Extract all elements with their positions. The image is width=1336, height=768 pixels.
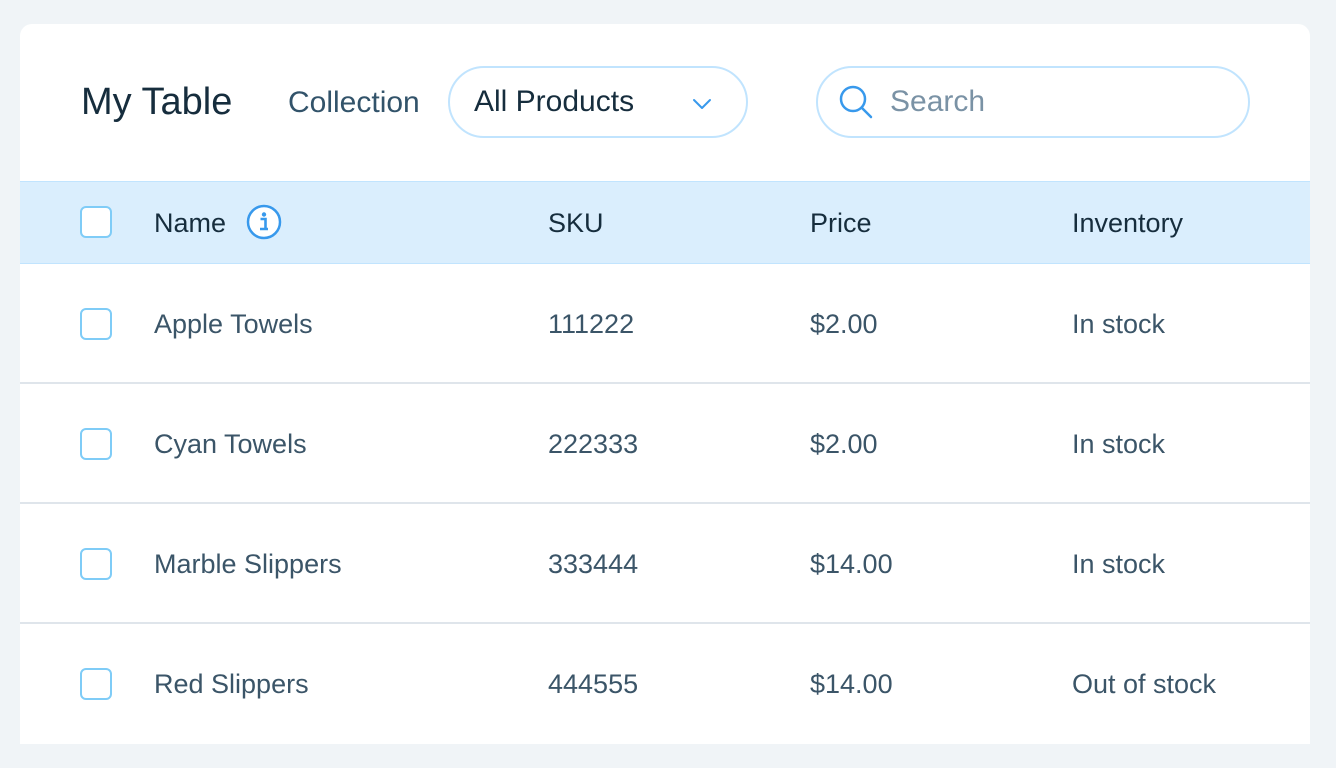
cell-inventory: Out of stock bbox=[1072, 669, 1217, 699]
search-icon bbox=[839, 85, 873, 119]
cell-name: Apple Towels bbox=[154, 309, 313, 339]
table-header: Name SKU Price Inventory bbox=[20, 181, 1310, 264]
select-all-checkbox[interactable] bbox=[80, 206, 112, 238]
collection-label: Collection bbox=[288, 86, 420, 119]
row-checkbox[interactable] bbox=[80, 548, 112, 580]
column-header-price[interactable]: Price bbox=[810, 208, 872, 238]
collection-dropdown[interactable]: All Products bbox=[448, 66, 748, 138]
column-header-sku[interactable]: SKU bbox=[548, 208, 604, 238]
cell-price: $14.00 bbox=[810, 549, 893, 579]
cell-sku: 111222 bbox=[548, 309, 635, 339]
collection-dropdown-value: All Products bbox=[474, 85, 635, 118]
cell-inventory: In stock bbox=[1072, 309, 1166, 339]
cell-name: Cyan Towels bbox=[154, 429, 307, 459]
page-title: My Table bbox=[81, 81, 233, 123]
cell-name: Red Slippers bbox=[154, 669, 309, 699]
cell-name: Marble Slippers bbox=[154, 549, 342, 579]
cell-sku: 333444 bbox=[548, 549, 639, 579]
table-row[interactable]: Marble Slippers 333444 $14.00 In stock bbox=[20, 504, 1310, 624]
row-checkbox[interactable] bbox=[80, 428, 112, 460]
row-checkbox[interactable] bbox=[80, 308, 112, 340]
info-icon[interactable] bbox=[246, 204, 282, 240]
column-header-inventory[interactable]: Inventory bbox=[1072, 208, 1183, 238]
cell-price: $2.00 bbox=[810, 429, 878, 459]
table-card: My Table Collection All Products Name SK… bbox=[20, 24, 1310, 744]
search-box[interactable] bbox=[816, 66, 1250, 138]
table-toolbar: My Table Collection All Products bbox=[20, 24, 1310, 181]
cell-price: $2.00 bbox=[810, 309, 878, 339]
chevron-down-icon bbox=[693, 99, 711, 109]
table-row[interactable]: Cyan Towels 222333 $2.00 In stock bbox=[20, 384, 1310, 504]
column-header-name[interactable]: Name bbox=[154, 208, 226, 238]
cell-inventory: In stock bbox=[1072, 429, 1166, 459]
search-input[interactable] bbox=[890, 82, 1230, 122]
row-checkbox[interactable] bbox=[80, 668, 112, 700]
cell-sku: 444555 bbox=[548, 669, 639, 699]
cell-sku: 222333 bbox=[548, 429, 639, 459]
cell-inventory: In stock bbox=[1072, 549, 1166, 579]
table-row[interactable]: Red Slippers 444555 $14.00 Out of stock bbox=[20, 624, 1310, 744]
cell-price: $14.00 bbox=[810, 669, 893, 699]
table-row[interactable]: Apple Towels 111222 $2.00 In stock bbox=[20, 264, 1310, 384]
